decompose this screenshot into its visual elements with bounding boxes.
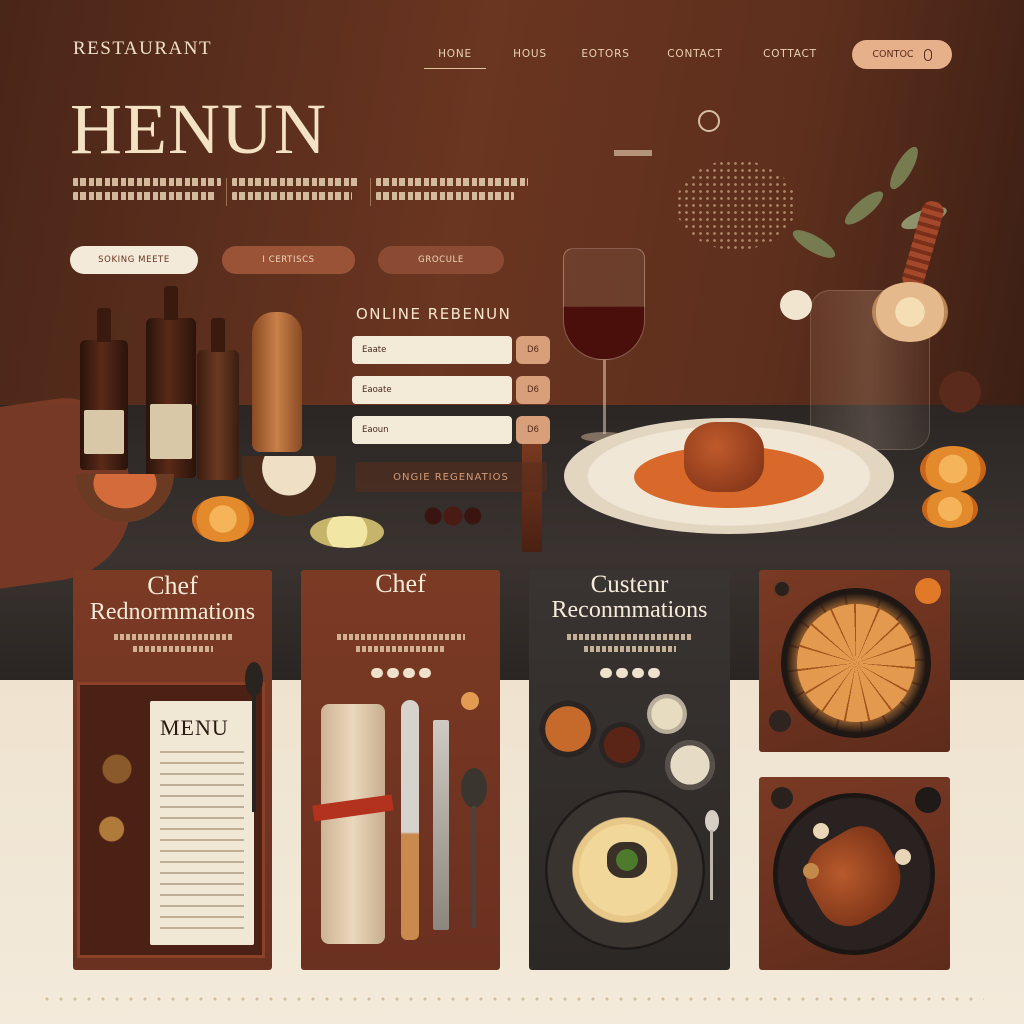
- dish-bowl: [539, 700, 597, 758]
- menu-paper: MENU: [150, 701, 254, 945]
- card-description: [529, 634, 730, 652]
- hero-divider: [370, 178, 371, 206]
- pasta-plate: [545, 790, 705, 950]
- dried-berries: [930, 364, 990, 420]
- fork-icon: [433, 720, 449, 930]
- fork-handle: [522, 440, 542, 552]
- reservation-submit-button[interactable]: ONGIE REGENATIOS: [355, 462, 547, 492]
- wine-bottle: [80, 308, 128, 470]
- menu-decoration: [90, 745, 144, 865]
- knife-icon: [401, 700, 419, 940]
- spoon-icon: [461, 768, 487, 928]
- nav-link-editors[interactable]: EOTORS: [578, 46, 633, 68]
- card-title: Chef: [147, 571, 198, 600]
- garnish: [773, 580, 791, 598]
- footer-divider: [40, 996, 984, 1002]
- pepper-grinder: [252, 312, 302, 452]
- brand-logo[interactable]: RESTAURANT: [73, 38, 212, 60]
- contact-button[interactable]: CONTOC: [852, 40, 952, 69]
- wall-shelf: [614, 150, 652, 156]
- tart: [797, 604, 915, 722]
- nav-link-home[interactable]: HONE: [424, 46, 486, 69]
- hero-button-certificates[interactable]: I CERTISCS: [222, 246, 355, 274]
- white-flower: [780, 290, 812, 320]
- hero-divider: [226, 178, 227, 206]
- hero-description-1: [73, 178, 221, 200]
- nav-link-contact[interactable]: CONTACT: [665, 46, 725, 68]
- card-subtitle: Rednormmations: [89, 599, 256, 625]
- contact-button-label: CONTOC: [872, 49, 914, 60]
- reservation-date-field[interactable]: Eaate: [352, 336, 512, 364]
- orange-slice: [192, 496, 254, 542]
- hero-button-schedule[interactable]: GROCULE: [378, 246, 504, 274]
- rose-flower: [872, 282, 948, 342]
- hero-description-2: [232, 178, 360, 200]
- hero-description-3: [376, 178, 528, 200]
- card-title: Chef: [375, 570, 426, 598]
- card-rating: [370, 668, 431, 678]
- dish-bowl: [647, 694, 687, 734]
- chef-card[interactable]: Chef: [301, 570, 500, 970]
- hero-title: HENUN: [70, 89, 327, 169]
- dish-photo-roast[interactable]: [759, 777, 950, 970]
- wine-glass: [563, 248, 645, 448]
- reservation-time-field[interactable]: Eaoate: [352, 376, 512, 404]
- dried-flowers: [676, 160, 796, 250]
- napkin: [312, 704, 394, 944]
- reservation-guests-button[interactable]: D6: [516, 416, 550, 444]
- nav-link-contact-2[interactable]: COTTACT: [758, 46, 822, 68]
- olives: [420, 502, 486, 530]
- card-subtitle: Reconmmations: [551, 597, 708, 623]
- card-title: Custenr: [590, 571, 669, 598]
- orange-slice: [920, 446, 986, 492]
- reservation-guests-field[interactable]: Eaoun: [352, 416, 512, 444]
- menu-items: [160, 751, 244, 931]
- lemon-slice: [310, 516, 384, 548]
- oil-bottle: [197, 318, 239, 480]
- menu-title: MENU: [160, 715, 229, 740]
- spoon-icon: [705, 810, 719, 900]
- nav-link-house[interactable]: HOUS: [510, 46, 550, 68]
- reservation-time-button[interactable]: D6: [516, 376, 550, 404]
- circle-lamp-icon: [698, 110, 720, 132]
- orange-slice: [922, 490, 978, 528]
- dish-bowl: [665, 740, 715, 790]
- menu-board: MENU: [77, 682, 265, 958]
- dish-bowl: [599, 722, 645, 768]
- garnish: [771, 787, 793, 809]
- reservation-date-button[interactable]: D6: [516, 336, 550, 364]
- reservation-title: ONLINE REBENUN: [356, 305, 512, 323]
- wine-bottle: [146, 286, 196, 478]
- garnish: [915, 787, 941, 813]
- chef-recommendations-card[interactable]: Chef Rednormmations MENU: [73, 570, 272, 970]
- card-description: [73, 634, 272, 652]
- hero-button-booking[interactable]: SOKING MEETE: [70, 246, 198, 274]
- dish-photo-tart[interactable]: [759, 570, 950, 752]
- garnish: [915, 578, 941, 604]
- card-rating: [599, 668, 660, 678]
- card-description: [301, 634, 500, 652]
- spoon-icon: [245, 662, 263, 812]
- roast-plate: [773, 793, 935, 955]
- candle-icon: [461, 692, 479, 710]
- customer-recommendations-card[interactable]: Custenr Reconmmations: [529, 570, 730, 970]
- garnish: [769, 710, 791, 732]
- phone-icon: [923, 48, 932, 61]
